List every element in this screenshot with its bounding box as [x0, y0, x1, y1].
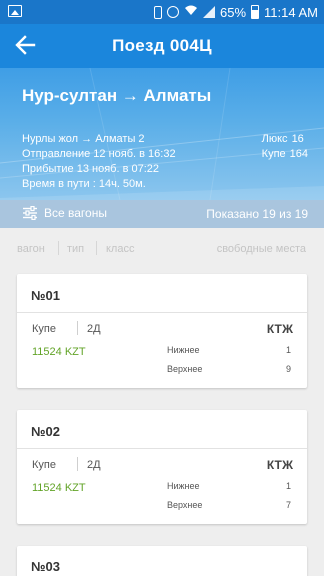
wagon-price: 11524 KZT — [32, 346, 86, 358]
status-bar: 65% 11:14 AM — [0, 0, 324, 24]
wagon-number: №03 — [31, 559, 60, 574]
battery-percent: 65% — [220, 4, 247, 20]
class-name: Люкс — [261, 133, 288, 145]
trip-details: Нурлы жол → Алматы 2 Отправление 12 нояб… — [22, 132, 176, 192]
wagon-card[interactable]: №01 Купе 2Д КТЖ 11524 KZT Нижнее 1 Верхн… — [17, 274, 307, 388]
alarm-icon — [167, 6, 179, 18]
seat-count-upper: 9 — [285, 364, 291, 374]
class-availability: Люкс 16 Купе 164 — [262, 132, 308, 162]
class-row: Люкс 16 — [262, 132, 308, 147]
wagon-card[interactable]: №03 — [17, 546, 307, 576]
seat-count-upper: 7 — [285, 500, 291, 510]
column-divider — [58, 241, 59, 255]
carrier-name: КТЖ — [266, 458, 293, 472]
type-class-divider — [77, 457, 78, 471]
column-wagon: вагон — [17, 243, 45, 255]
battery-icon — [251, 5, 260, 19]
type-class-divider — [77, 321, 78, 335]
departure-text: Отправление 12 нояб. в 16:32 — [22, 148, 176, 160]
arrival-text: Прибытие 13 нояб. в 07:22 — [22, 163, 160, 175]
image-icon — [8, 5, 22, 17]
route-title: Нур-султан → Алматы — [22, 86, 212, 105]
app-toolbar: Поезд 004Ц — [0, 24, 324, 68]
wagon-number: №02 — [31, 424, 60, 439]
shown-count: Показано 19 из 19 — [206, 207, 308, 221]
stations-text: Нурлы жол → Алматы 2 — [22, 133, 145, 145]
train-info-header: Нур-султан → Алматы Нурлы жол → Алматы 2… — [0, 68, 324, 200]
duration-text: Время в пути : 14ч. 50м. — [22, 178, 146, 190]
seat-type-lower: Нижнее — [167, 345, 200, 355]
all-wagons-filter-button[interactable]: Все вагоны — [22, 206, 107, 220]
class-count: 164 — [289, 148, 308, 160]
all-wagons-label: Все вагоны — [44, 206, 107, 220]
column-headers: вагон тип класс свободные места — [0, 238, 324, 262]
card-divider — [17, 448, 307, 449]
wagon-type: Купе — [32, 459, 56, 471]
seat-count-lower: 1 — [285, 481, 291, 491]
signal-icon — [203, 6, 215, 18]
wagon-class: 2Д — [87, 323, 101, 335]
wagon-number: №01 — [31, 288, 60, 303]
column-type: тип — [67, 243, 85, 255]
seat-type-upper: Верхнее — [167, 500, 203, 510]
class-name: Купе — [261, 148, 286, 160]
phone-icon — [154, 5, 162, 19]
filter-bar: Все вагоны Показано 19 из 19 — [0, 200, 324, 228]
seat-type-upper: Верхнее — [167, 364, 203, 374]
seat-type-lower: Нижнее — [167, 481, 200, 491]
class-count: 16 — [291, 133, 304, 145]
column-divider — [96, 241, 97, 255]
wifi-icon — [184, 4, 198, 20]
wagon-type: Купе — [32, 323, 56, 335]
wagon-card[interactable]: №02 Купе 2Д КТЖ 11524 KZT Нижнее 1 Верхн… — [17, 410, 307, 524]
column-class: класс — [106, 243, 135, 255]
seat-count-lower: 1 — [285, 345, 291, 355]
status-time: 11:14 AM — [264, 4, 318, 20]
page-title: Поезд 004Ц — [112, 36, 212, 55]
wagon-price: 11524 KZT — [32, 482, 86, 494]
class-row: Купе 164 — [262, 147, 308, 162]
card-divider — [17, 312, 307, 313]
filter-sliders-icon — [23, 206, 37, 220]
wagon-class: 2Д — [87, 459, 101, 471]
carrier-name: КТЖ — [266, 322, 293, 336]
column-free-seats: свободные места — [216, 243, 306, 255]
